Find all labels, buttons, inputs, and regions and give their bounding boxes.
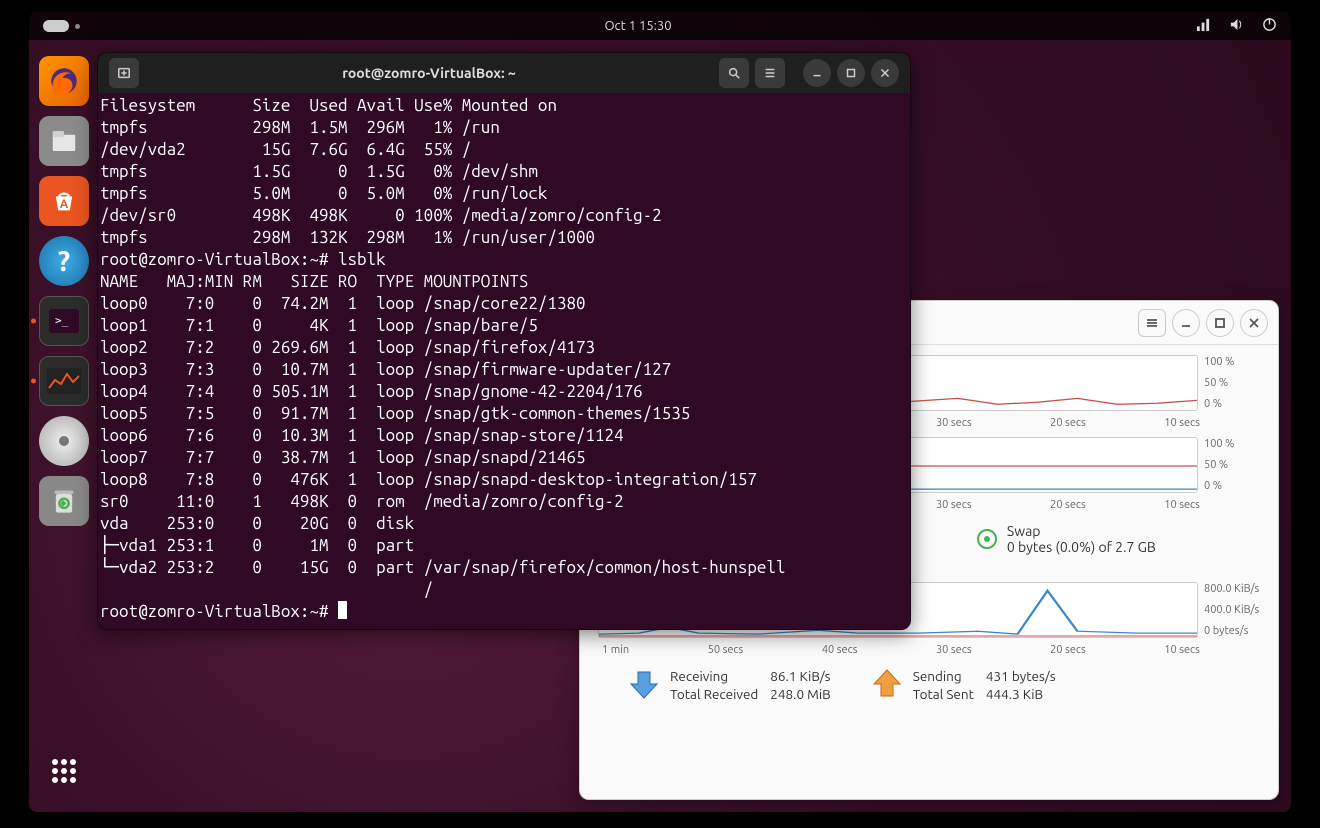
sysmon-maximize-button[interactable]: [1206, 309, 1234, 337]
dock-system-monitor[interactable]: [39, 356, 89, 406]
terminal-output[interactable]: Filesystem Size Used Avail Use% Mounted …: [98, 93, 910, 629]
terminal-line: sr0 11:0 1 498K 0 rom /media/zomro/confi…: [98, 491, 910, 513]
swap-value: 0 bytes (0.0%) of 2.7 GB: [1007, 539, 1156, 555]
dock: A ? >_ Terminal: [29, 40, 99, 812]
send-label: Sending: [913, 668, 974, 684]
xtick: 20 secs: [1050, 417, 1086, 429]
terminal-line: root@zomro-VirtualBox:~#: [98, 601, 910, 623]
ytick: 0 %: [1204, 480, 1260, 492]
close-button[interactable]: [871, 59, 899, 87]
terminal-title: root@zomro-VirtualBox: ~: [142, 65, 716, 81]
dock-files[interactable]: [39, 116, 89, 166]
terminal-header: root@zomro-VirtualBox: ~: [98, 53, 910, 93]
recv-value: 86.1 KiB/s: [770, 668, 830, 684]
recv-label: Receiving: [670, 668, 758, 684]
terminal-line: /dev/sr0 498K 498K 0 100% /media/zomro/c…: [98, 205, 910, 227]
maximize-button[interactable]: [837, 59, 865, 87]
xtick: 40 secs: [822, 644, 858, 656]
ytick: 100 %: [1204, 356, 1260, 368]
terminal-line: loop6 7:6 0 10.3M 1 loop /snap/snap-stor…: [98, 425, 910, 447]
svg-text:A: A: [60, 198, 69, 211]
status-area[interactable]: [1196, 17, 1277, 35]
xtick: 10 secs: [1164, 417, 1200, 429]
dock-software[interactable]: A: [39, 176, 89, 226]
send-total-label: Total Sent: [913, 686, 974, 702]
swap-label: Swap: [1007, 523, 1156, 539]
terminal-line: └─vda2 253:2 0 15G 0 part /var/snap/fire…: [98, 557, 910, 579]
terminal-line: loop0 7:0 0 74.2M 1 loop /snap/core22/13…: [98, 293, 910, 315]
network-icon[interactable]: [1196, 17, 1211, 35]
terminal-window[interactable]: root@zomro-VirtualBox: ~ Filesystem Size…: [97, 52, 911, 630]
recv-total-label: Total Received: [670, 686, 758, 702]
terminal-line: loop1 7:1 0 4K 1 loop /snap/bare/5: [98, 315, 910, 337]
terminal-line: tmpfs 298M 1.5M 296M 1% /run: [98, 117, 910, 139]
xtick: 50 secs: [708, 644, 744, 656]
dock-firefox[interactable]: [39, 56, 89, 106]
dock-help[interactable]: ?: [39, 236, 89, 286]
terminal-line: loop8 7:8 0 476K 1 loop /snap/snapd-desk…: [98, 469, 910, 491]
xtick: 30 secs: [936, 644, 972, 656]
terminal-line: ├─vda1 253:1 0 1M 0 part: [98, 535, 910, 557]
download-arrow-icon: [628, 668, 660, 700]
terminal-line: loop2 7:2 0 269.6M 1 loop /snap/firefox/…: [98, 337, 910, 359]
terminal-line: Filesystem Size Used Avail Use% Mounted …: [98, 95, 910, 117]
sysmon-close-button[interactable]: [1240, 309, 1268, 337]
sysmon-menu-button[interactable]: [1138, 309, 1166, 337]
terminal-line: tmpfs 5.0M 0 5.0M 0% /run/lock: [98, 183, 910, 205]
desktop: Oct 1 15:30 A ? >_ Terminal Resources Fi…: [29, 12, 1291, 812]
ytick: 50 %: [1204, 459, 1260, 471]
terminal-line: tmpfs 298M 132K 298M 1% /run/user/1000: [98, 227, 910, 249]
terminal-line: loop5 7:5 0 91.7M 1 loop /snap/gtk-commo…: [98, 403, 910, 425]
xtick: 30 secs: [936, 417, 972, 429]
volume-icon[interactable]: [1229, 17, 1244, 35]
xtick: 10 secs: [1164, 644, 1200, 656]
activities-area[interactable]: [43, 20, 80, 32]
xtick: 1 min: [602, 644, 629, 656]
search-button[interactable]: [719, 58, 749, 88]
upload-arrow-icon: [871, 668, 903, 700]
svg-text:>_: >_: [55, 314, 69, 327]
terminal-line: loop7 7:7 0 38.7M 1 loop /snap/snapd/214…: [98, 447, 910, 469]
terminal-line: loop4 7:4 0 505.1M 1 loop /snap/gnome-42…: [98, 381, 910, 403]
xtick: 20 secs: [1050, 499, 1086, 511]
xtick: 20 secs: [1050, 644, 1086, 656]
ytick: 0 %: [1204, 398, 1260, 410]
menu-button[interactable]: [755, 58, 785, 88]
sysmon-minimize-button[interactable]: [1172, 309, 1200, 337]
cursor: [338, 601, 347, 619]
dock-disc[interactable]: [39, 416, 89, 466]
clock[interactable]: Oct 1 15:30: [604, 19, 671, 33]
xtick: 10 secs: [1164, 499, 1200, 511]
swap-indicator-icon: [977, 529, 997, 549]
terminal-line: /: [98, 579, 910, 601]
terminal-line: /dev/vda2 15G 7.6G 6.4G 55% /: [98, 139, 910, 161]
ytick: 50 %: [1204, 377, 1260, 389]
terminal-line: root@zomro-VirtualBox:~# lsblk: [98, 249, 910, 271]
xtick: 30 secs: [936, 499, 972, 511]
send-total-value: 444.3 KiB: [986, 686, 1056, 702]
ytick: 0 bytes/s: [1204, 625, 1260, 637]
show-apps-button[interactable]: [41, 748, 87, 794]
dock-trash[interactable]: [39, 476, 89, 526]
ytick: 800.0 KiB/s: [1204, 583, 1260, 595]
recv-total-value: 248.0 MiB: [770, 686, 830, 702]
new-tab-button[interactable]: [109, 58, 139, 88]
minimize-button[interactable]: [803, 59, 831, 87]
dock-terminal[interactable]: >_ Terminal: [39, 296, 89, 346]
terminal-line: vda 253:0 0 20G 0 disk: [98, 513, 910, 535]
terminal-line: loop3 7:3 0 10.7M 1 loop /snap/firmware-…: [98, 359, 910, 381]
terminal-line: NAME MAJ:MIN RM SIZE RO TYPE MOUNTPOINTS: [98, 271, 910, 293]
workspace-dot: [75, 24, 80, 29]
send-value: 431 bytes/s: [986, 668, 1056, 684]
ytick: 100 %: [1204, 438, 1260, 450]
activities-pill[interactable]: [43, 20, 69, 32]
ytick: 400.0 KiB/s: [1204, 604, 1260, 616]
terminal-line: tmpfs 1.5G 0 1.5G 0% /dev/shm: [98, 161, 910, 183]
power-icon[interactable]: [1262, 17, 1277, 35]
top-bar: Oct 1 15:30: [29, 12, 1291, 40]
